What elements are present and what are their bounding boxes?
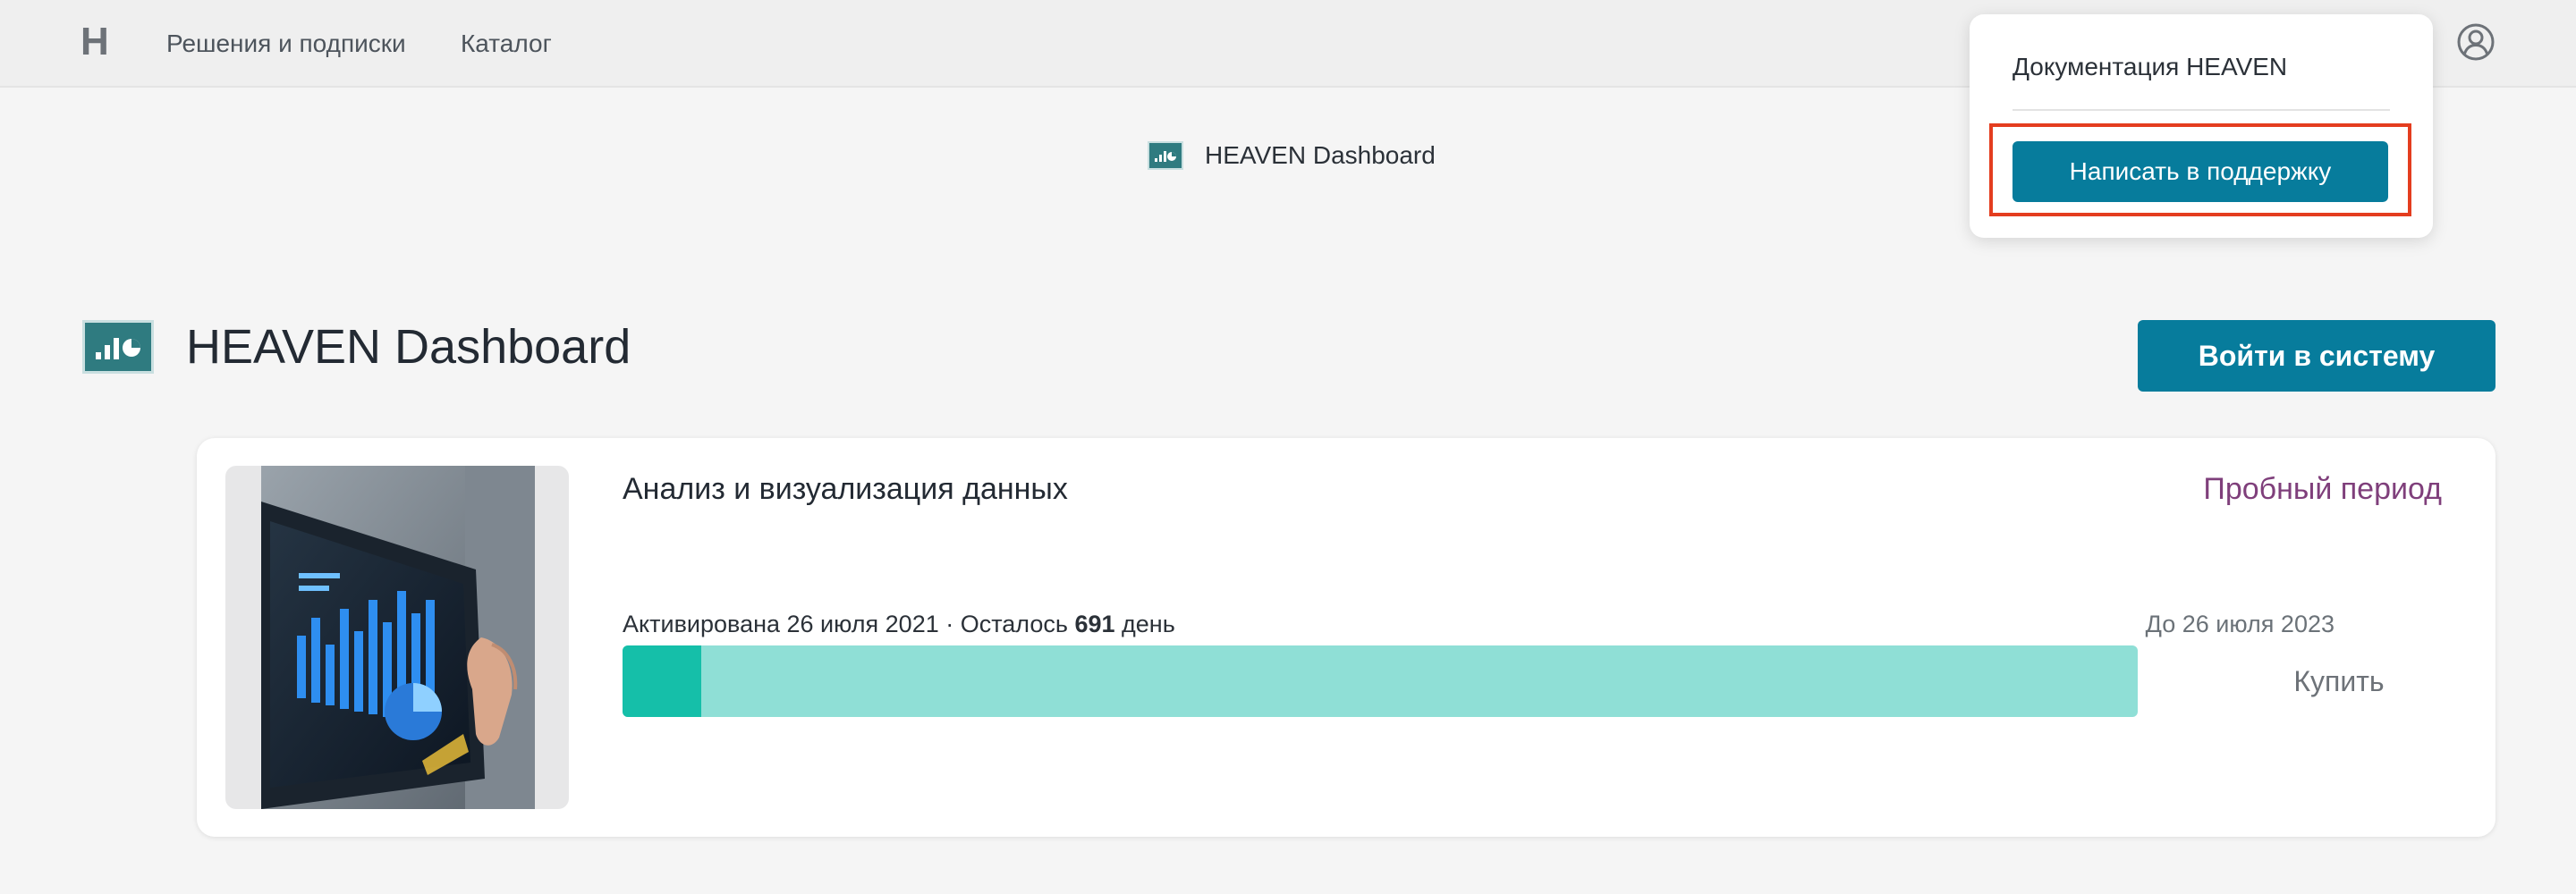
tablet-analytics-photo [261,466,535,809]
breadcrumb-title[interactable]: HEAVEN Dashboard [1205,141,1436,170]
login-button[interactable]: Войти в систему [2138,320,2496,392]
buy-button[interactable]: Купить [2227,663,2451,699]
subscription-card: Анализ и визуализация данных Пробный пер… [197,438,2496,837]
product-image-frame [225,466,569,809]
dropdown-divider [2012,109,2390,111]
breadcrumb: HEAVEN Dashboard [1148,139,1436,172]
dashboard-icon [82,320,154,374]
nav-link-solutions[interactable]: Решения и подписки [166,29,406,59]
page-title: HEAVEN Dashboard [186,320,631,374]
contact-support-button[interactable]: Написать в поддержку [2012,141,2388,202]
days-left-count: 691 [1074,611,1115,637]
plan-status: Пробный период [2203,472,2442,506]
nav-link-catalog[interactable]: Каталог [461,29,552,59]
activation-text: Активирована 26 июля 2021 · Осталось [623,611,1075,637]
days-left-suffix: день [1114,611,1175,637]
activation-info: Активирована 26 июля 2021 · Осталось 691… [623,610,1175,638]
dashboard-icon [1148,141,1183,170]
plan-name: Анализ и визуализация данных [623,472,1068,506]
subscription-progress-bar [623,645,2138,717]
documentation-link[interactable]: Документация HEAVEN [2012,52,2287,82]
user-circle-icon[interactable] [2456,22,2496,62]
subscription-end-date: До 26 июля 2023 [2145,611,2334,637]
help-dropdown-menu: Документация HEAVEN Написать в поддержку [1970,14,2433,238]
app-logo[interactable]: H [80,20,109,64]
subscription-progress-fill [623,645,702,717]
